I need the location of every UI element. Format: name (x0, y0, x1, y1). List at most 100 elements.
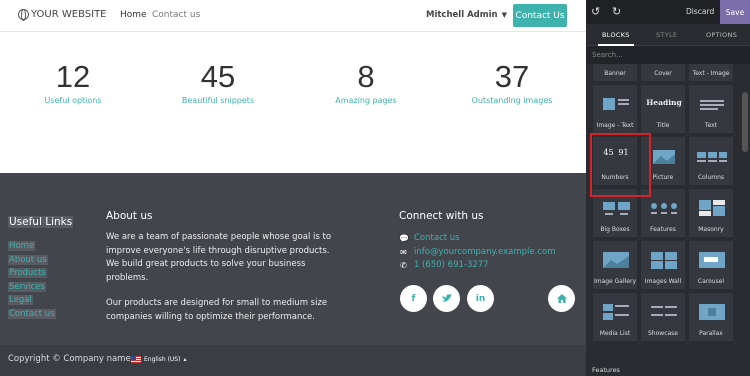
top-navbar: YOUR WEBSITE Home Contact us Mitchell Ad… (0, 0, 586, 32)
footer-link-home[interactable]: Home (8, 241, 36, 251)
email-row[interactable]: ✉ info@yourcompany.example.com (399, 246, 579, 260)
stat-item: 8 Amazing pages (301, 59, 431, 106)
discard-button[interactable]: Discard (686, 7, 714, 16)
copyright-text: Copyright © Company name (8, 354, 131, 364)
block-thumbnail (651, 252, 677, 269)
block-label: Image - Text (596, 122, 634, 129)
block-tile-media-list[interactable]: Media List (592, 292, 638, 342)
block-thumbnail (651, 306, 677, 316)
block-tile-text-image[interactable]: Text - Image (688, 64, 734, 82)
phone-row[interactable]: ✆ 1 (650) 691-3277 (399, 259, 579, 273)
block-thumbnail (651, 203, 677, 214)
footer-link-services[interactable]: Services (8, 281, 46, 292)
block-label: Features (650, 226, 676, 233)
save-button[interactable]: Save (720, 0, 750, 24)
stat-label: Outstanding images (471, 96, 553, 105)
block-thumbnail (603, 98, 629, 110)
undo-icon[interactable]: ↺ (591, 5, 600, 18)
block-label: Banner (604, 70, 626, 77)
numbers-section: 12 Useful options 45 Beautiful snippets … (0, 32, 586, 173)
connect-column: Connect with us 💬 Contact us ✉ info@yourco… (399, 210, 579, 273)
features-section-label: Features (592, 366, 620, 374)
blocks-grid: Banner Cover Text - Image Image - Text Headi… (592, 64, 734, 374)
block-label: Big Boxes (600, 226, 630, 233)
redo-icon[interactable]: ↻ (612, 5, 621, 18)
footer-link-contact[interactable]: Contact us (8, 308, 56, 319)
stat-item: 45 Beautiful snippets (153, 59, 283, 106)
linkedin-icon[interactable]: in (467, 285, 494, 312)
nav-home-link[interactable]: Home (120, 10, 147, 20)
site-logo[interactable]: YOUR WEBSITE (18, 9, 107, 21)
stat-label: Amazing pages (335, 96, 397, 105)
phone-icon: ✆ (400, 261, 407, 271)
block-tile-masonry[interactable]: Masonry (688, 188, 734, 238)
search-input[interactable] (586, 46, 750, 64)
block-tile-showcase[interactable]: Showcase (640, 292, 686, 342)
stat-label: Beautiful snippets (181, 96, 255, 105)
block-thumbnail (697, 152, 727, 162)
about-title: About us (106, 210, 153, 222)
block-tile-carousel[interactable]: Carousel (688, 240, 734, 290)
stat-number: 12 (55, 59, 91, 94)
block-label: Text - Image (692, 70, 730, 77)
stat-label: Useful options (44, 96, 102, 105)
block-tile-banner[interactable]: Banner (592, 64, 638, 82)
editor-toolbar: ↺ ↻ Discard Save (586, 0, 750, 24)
tab-style[interactable]: STYLE (656, 31, 677, 39)
facebook-icon[interactable]: f (400, 285, 427, 312)
block-label: Title (656, 122, 670, 129)
block-thumbnail (700, 100, 724, 110)
contact-row[interactable]: 💬 Contact us (399, 232, 579, 246)
block-tile-image-gallery[interactable]: Image Gallery (592, 240, 638, 290)
footer-link-legal[interactable]: Legal (8, 295, 33, 305)
block-label: Cover (654, 70, 672, 77)
stat-number: 45 (200, 59, 236, 94)
block-tile-cover[interactable]: Cover (640, 64, 686, 82)
comment-icon: 💬 (399, 234, 409, 244)
block-tile-columns[interactable]: Columns (688, 136, 734, 186)
contact-us-button[interactable]: Contact Us (513, 4, 567, 27)
stat-number: 37 (494, 59, 530, 94)
block-label: Showcase (648, 330, 678, 337)
caret-up-icon: ▴ (183, 356, 187, 363)
about-column: About us We are a team of passionate peo… (106, 210, 336, 324)
about-paragraph: Our products are designed for small to m… (106, 298, 328, 322)
page: YOUR WEBSITE Home Contact us Mitchell Ad… (0, 0, 750, 376)
stat-item: 12 Useful options (8, 59, 138, 106)
user-menu[interactable]: Mitchell Admin ▼ (426, 10, 507, 20)
editor-tabs: BLOCKS STYLE OPTIONS (586, 24, 750, 46)
title-thumbnail: Heading (645, 91, 683, 117)
block-tile-text[interactable]: Text (688, 84, 734, 134)
block-tile-title[interactable]: Heading Title (640, 84, 686, 134)
twitter-icon[interactable] (433, 285, 460, 312)
highlight-box (590, 133, 651, 197)
block-tile-parallax[interactable]: Parallax (688, 292, 734, 342)
language-selector[interactable]: English (US) ▴ (131, 356, 186, 363)
panel-scrollbar[interactable] (742, 92, 748, 152)
logo-text: YOUR WEBSITE (31, 9, 107, 20)
language-label: English (US) (144, 356, 181, 363)
email-link[interactable]: info@yourcompany.example.com (414, 246, 555, 260)
block-tile-images-wall[interactable]: Images Wall (640, 240, 686, 290)
useful-links-title: Useful Links (8, 216, 74, 228)
footer-link-products[interactable]: Products (8, 268, 47, 278)
block-label: Columns (697, 174, 725, 181)
tab-options[interactable]: OPTIONS (706, 31, 737, 39)
copyright-bar: Copyright © Company name English (US) ▴ (0, 345, 586, 376)
block-thumbnail (603, 252, 629, 268)
home-icon[interactable] (548, 285, 575, 312)
contact-link[interactable]: Contact us (414, 232, 460, 246)
footer-link-about[interactable]: About us (8, 254, 48, 265)
phone-link[interactable]: 1 (650) 691-3277 (414, 259, 489, 273)
tab-blocks[interactable]: BLOCKS (598, 31, 634, 46)
envelope-icon: ✉ (400, 247, 407, 257)
stat-item: 37 Outstanding images (447, 59, 577, 106)
footer: Useful Links Home About us Products Serv… (0, 173, 586, 345)
nav-contact-link[interactable]: Contact us (152, 10, 200, 20)
stat-number: 8 (357, 59, 375, 94)
useful-links-column: Useful Links Home About us Products Serv… (8, 210, 74, 321)
globe-icon (18, 9, 29, 21)
block-tile-image-text[interactable]: Image - Text (592, 84, 638, 134)
block-thumbnail (603, 304, 629, 320)
us-flag-icon (131, 356, 141, 363)
